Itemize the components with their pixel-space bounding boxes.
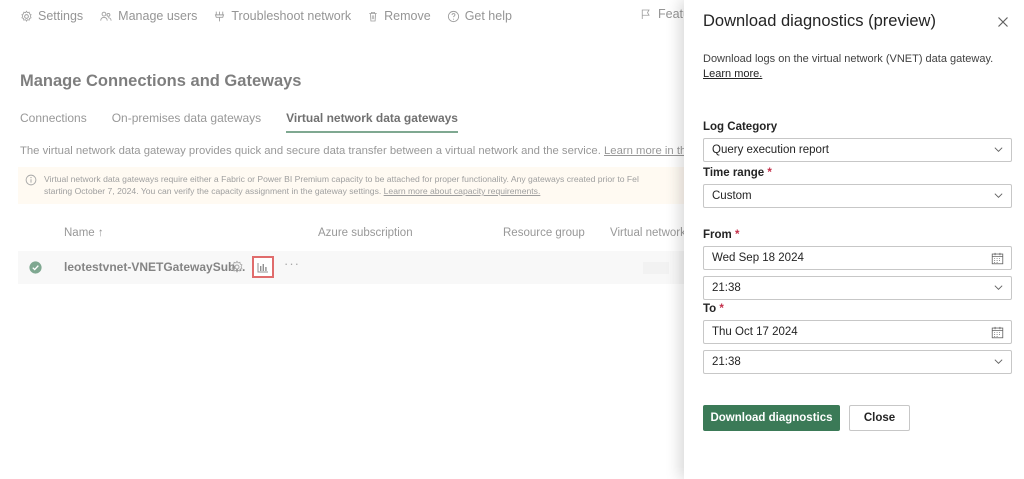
to-label: To * <box>703 303 724 315</box>
calendar-icon[interactable] <box>991 326 1004 339</box>
chevron-down-icon <box>994 359 1003 364</box>
banner-text: Virtual network data gateways require ei… <box>44 173 639 197</box>
chevron-down-icon <box>994 147 1003 152</box>
page-title: Manage Connections and Gateways <box>20 72 302 90</box>
chevron-down-icon <box>994 285 1003 290</box>
required-marker: * <box>734 229 740 241</box>
required-marker: * <box>719 303 724 315</box>
log-category-label-text: Log Category <box>703 121 778 133</box>
description-learn-more-link[interactable]: Learn more in this over <box>604 145 684 157</box>
from-label-text: From <box>703 229 732 241</box>
panel-description: Download logs on the virtual network (VN… <box>703 52 1019 82</box>
tab-list: Connections On-premises data gateways Vi… <box>20 111 483 133</box>
required-marker: * <box>767 167 772 179</box>
settings-button[interactable]: Settings <box>20 9 83 23</box>
download-diagnostics-panel: Download diagnostics (preview) Download … <box>684 0 1024 479</box>
manage-users-button[interactable]: Manage users <box>99 9 197 23</box>
download-diagnostics-button[interactable]: Download diagnostics <box>703 405 840 431</box>
remove-label: Remove <box>384 9 431 23</box>
gear-icon[interactable] <box>230 260 244 274</box>
log-category-dropdown[interactable]: Query execution report <box>703 138 1012 162</box>
chevron-down-icon <box>994 193 1003 198</box>
get-help-button[interactable]: Get help <box>447 9 512 23</box>
from-date-picker[interactable]: Wed Sep 18 2024 <box>703 246 1012 270</box>
page-description: The virtual network data gateway provide… <box>20 145 684 157</box>
panel-learn-more-link[interactable]: Learn more. <box>703 68 762 80</box>
time-range-dropdown[interactable]: Custom <box>703 184 1012 208</box>
to-label-text: To <box>703 303 717 315</box>
more-options-icon[interactable]: ··· <box>284 256 300 271</box>
to-time-value: 21:38 <box>712 356 741 368</box>
column-header-virtual-network[interactable]: Virtual network <box>610 227 686 239</box>
settings-label: Settings <box>38 9 84 23</box>
panel-description-text: Download logs on the virtual network (VN… <box>703 53 994 65</box>
from-date-value: Wed Sep 18 2024 <box>712 252 804 264</box>
redacted-value <box>643 262 669 274</box>
gateway-name[interactable]: leotestvnet-VNETGatewaySub... <box>64 260 245 274</box>
tab-virtual-network-gateways[interactable]: Virtual network data gateways <box>286 111 458 133</box>
remove-button[interactable]: Remove <box>367 9 431 23</box>
banner-line-2: starting October 7, 2024. You can verify… <box>44 185 639 197</box>
column-header-resource-group[interactable]: Resource group <box>503 227 585 239</box>
table-row[interactable]: leotestvnet-VNETGatewaySub... ··· <box>18 251 684 284</box>
banner-learn-more-link[interactable]: Learn more about capacity requirements. <box>384 186 541 196</box>
close-icon[interactable] <box>995 14 1011 30</box>
to-time-dropdown[interactable]: 21:38 <box>703 350 1012 374</box>
to-date-picker[interactable]: Thu Oct 17 2024 <box>703 320 1012 344</box>
info-icon <box>25 174 37 186</box>
get-help-label: Get help <box>464 9 512 23</box>
manage-users-label: Manage users <box>118 9 198 23</box>
from-label: From * <box>703 229 739 241</box>
description-text: The virtual network data gateway provide… <box>20 145 604 157</box>
download-diagnostics-row-button[interactable] <box>252 256 274 278</box>
check-circle-icon <box>29 261 42 274</box>
calendar-icon[interactable] <box>991 252 1004 265</box>
column-header-name[interactable]: Name ↑ <box>64 227 104 239</box>
question-icon <box>447 10 459 22</box>
time-range-label: Time range * <box>703 167 772 179</box>
troubleshoot-network-label: Troubleshoot network <box>231 9 352 23</box>
bar-chart-icon <box>257 262 268 272</box>
capacity-warning-banner: Virtual network data gateways require ei… <box>18 167 684 204</box>
gear-icon <box>21 9 32 22</box>
time-range-value: Custom <box>712 190 752 202</box>
to-date-value: Thu Oct 17 2024 <box>712 326 798 338</box>
people-icon <box>100 11 112 21</box>
banner-line-1: Virtual network data gateways require ei… <box>44 174 639 184</box>
command-bar: Settings Manage users Troubleshoot netwo… <box>20 7 528 25</box>
table-header: Name ↑ Azure subscription Resource group… <box>18 227 686 243</box>
from-time-dropdown[interactable]: 21:38 <box>703 276 1012 300</box>
panel-title: Download diagnostics (preview) <box>703 12 936 30</box>
log-category-label: Log Category <box>703 121 777 133</box>
page: Settings Manage users Troubleshoot netwo… <box>0 0 1024 479</box>
troubleshoot-network-button[interactable]: Troubleshoot network <box>213 9 351 23</box>
tab-connections[interactable]: Connections <box>20 111 87 133</box>
feature-button[interactable]: Featu <box>640 7 690 21</box>
flag-icon <box>641 9 650 19</box>
log-category-value: Query execution report <box>712 144 829 156</box>
time-range-label-text: Time range <box>703 167 765 179</box>
tab-on-premises-gateways[interactable]: On-premises data gateways <box>112 111 261 133</box>
column-header-azure-subscription[interactable]: Azure subscription <box>318 227 413 239</box>
trash-icon <box>369 11 377 21</box>
from-time-value: 21:38 <box>712 282 741 294</box>
close-button[interactable]: Close <box>849 405 910 431</box>
network-icon <box>215 11 225 21</box>
banner-line-2-text: starting October 7, 2024. You can verify… <box>44 186 384 196</box>
